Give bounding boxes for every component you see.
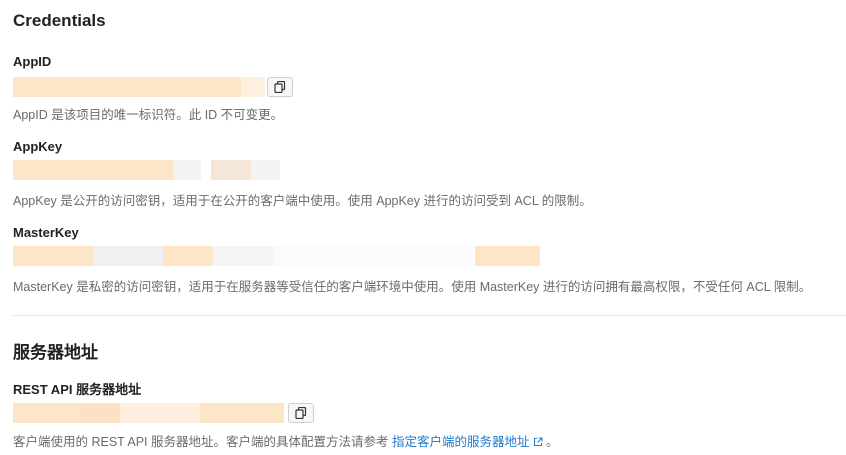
section-title-credentials: Credentials	[13, 11, 106, 30]
rest-api-hint: 客户端使用的 REST API 服务器地址。客户端的具体配置方法请参考 指定客户…	[13, 431, 559, 450]
appkey-label: AppKey	[13, 139, 63, 154]
appid-hint: AppID 是该项目的唯一标识符。此 ID 不可变更。	[13, 108, 284, 122]
rest-api-label: REST API 服务器地址	[13, 382, 142, 397]
appkey-value-masked	[13, 160, 280, 180]
appkey-hint: AppKey 是公开的访问密钥，适用于在公开的客户端中使用。使用 AppKey …	[13, 194, 592, 208]
masterkey-hint: MasterKey 是私密的访问密钥，适用于在服务器等受信任的客户端环境中使用。…	[13, 280, 812, 294]
rest-api-hint-text: 客户端使用的 REST API 服务器地址。客户端的具体配置方法请参考	[13, 435, 389, 449]
section-title-server: 服务器地址	[13, 343, 98, 362]
copy-icon	[274, 81, 286, 93]
appid-label: AppID	[13, 54, 52, 69]
appid-value-masked	[13, 77, 265, 97]
server-address-doc-link-text: 指定客户端的服务器地址	[391, 435, 530, 449]
rest-api-hint-suffix: 。	[545, 435, 559, 449]
section-divider	[13, 315, 846, 316]
server-address-doc-link[interactable]: 指定客户端的服务器地址	[392, 435, 543, 449]
rest-api-value-masked	[13, 403, 284, 423]
external-link-icon	[533, 437, 542, 446]
masterkey-value-masked	[13, 246, 540, 266]
copy-icon	[295, 407, 307, 419]
appid-copy-button[interactable]	[267, 77, 293, 97]
rest-api-copy-button[interactable]	[288, 403, 314, 423]
masterkey-label: MasterKey	[13, 225, 79, 240]
